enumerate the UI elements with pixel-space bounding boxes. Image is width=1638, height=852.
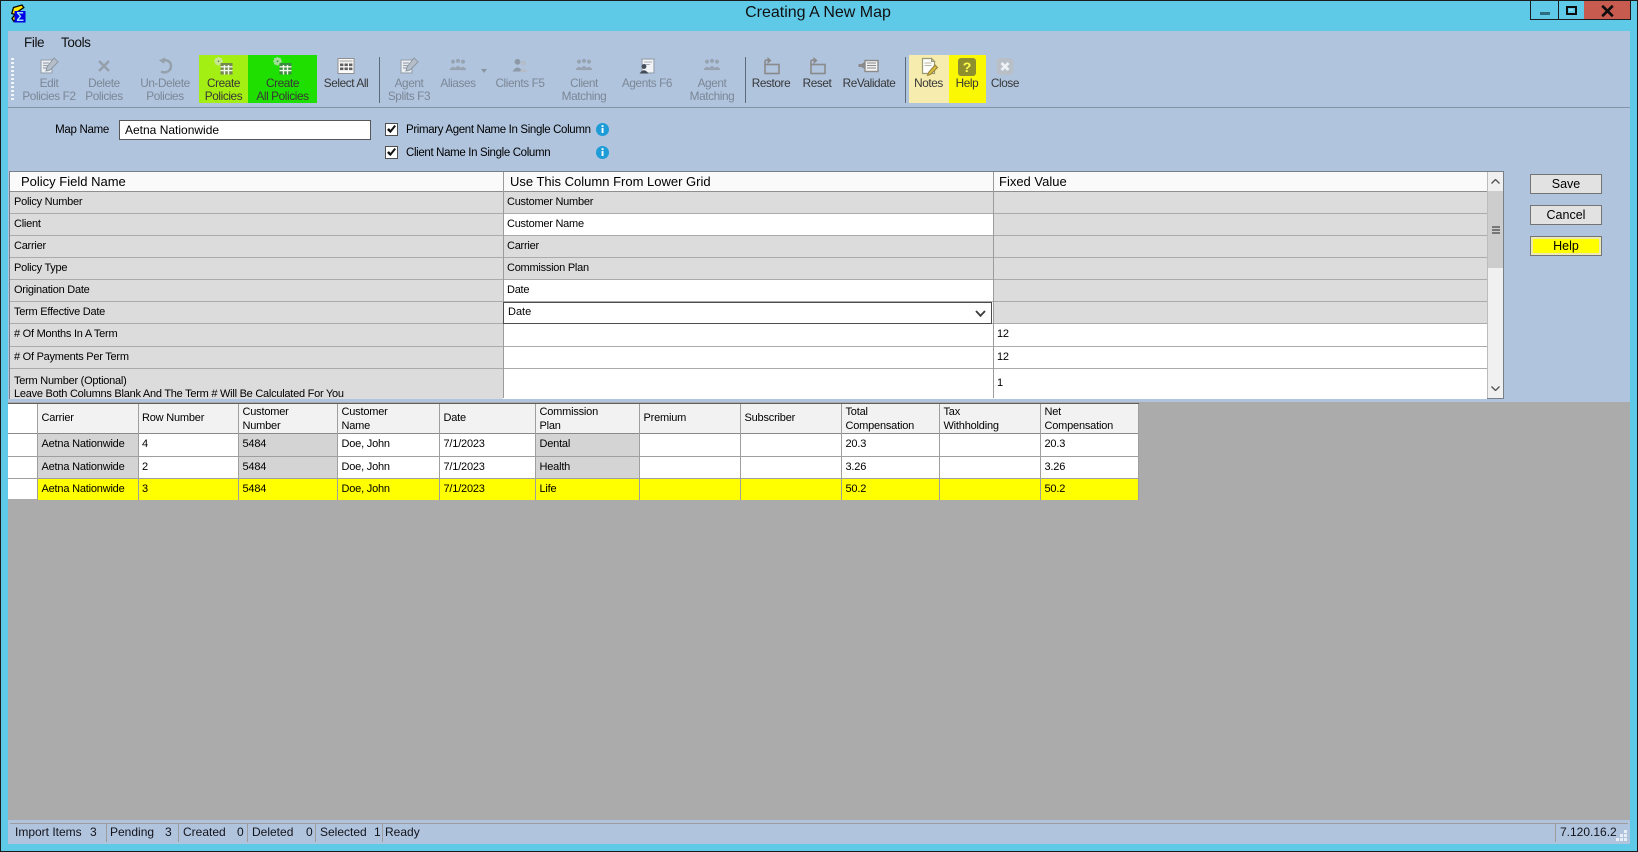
svg-text:?: ? (963, 59, 972, 75)
